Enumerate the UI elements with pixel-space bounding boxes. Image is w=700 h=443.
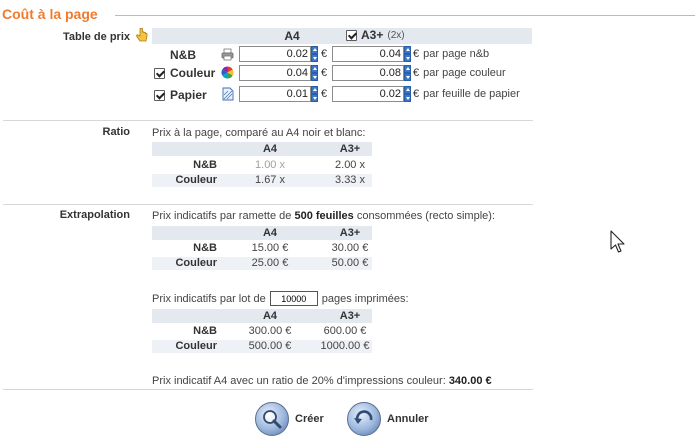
color-wheel-icon [221,66,234,79]
row-nb-label-group: N&B [170,48,224,62]
undo-arrow-icon [347,402,381,436]
create-button[interactable]: Créer [255,402,324,436]
section-separator [3,204,533,205]
mouse-pointer-icon [610,230,625,253]
row-color-label-group: Couleur [154,66,215,80]
ratio-row-nb-label: N&B [193,159,217,171]
lot-col-a3: A3+ [339,310,361,322]
row-color-label: Couleur [170,66,216,80]
create-button-label: Créer [295,413,324,425]
legend-divider [115,15,695,16]
color-a4-spinner[interactable] [311,65,318,81]
color-a4-field: € [239,65,327,81]
paper-a3-currency: € [413,88,420,100]
paper-a4-field: € [239,86,327,102]
section-separator [3,389,533,390]
paper-a4-price-input[interactable] [239,86,311,102]
paper-a3-field: € par feuille de papier [332,86,520,102]
ream-color-a4: 25.00 € [251,257,289,269]
col-header-a4: A4 [284,29,300,43]
paper-a3-spinner[interactable] [404,86,411,102]
nb-a3-field: € par page n&b [332,46,489,62]
row-paper-label: Papier [170,88,207,102]
color-a4-price-input[interactable] [239,65,311,81]
ream-row-nb-label: N&B [193,242,217,254]
color-enable-checkbox[interactable] [154,67,165,79]
color-a3-currency: € [413,67,420,79]
ratio-color-a3: 3.33 x [335,174,365,186]
lot-row-nb-label: N&B [193,325,217,337]
ream-intro: Prix indicatifs par ramette de 500 feuil… [152,210,495,222]
extrapolation-label: Extrapolation [59,209,130,221]
lot-color-a3: 1000.00 € [320,340,370,352]
nb-a4-currency: € [321,48,328,60]
paper-a4-currency: € [321,88,328,100]
ream-color-a3: 50.00 € [331,257,369,269]
ratio-label: Ratio [102,126,131,138]
cancel-button-label: Annuler [387,413,429,425]
section-separator [3,120,533,121]
a3-enable-checkbox[interactable] [346,29,357,41]
ratio-col-a3: A3+ [339,143,361,155]
row-paper-label-group: Papier [154,88,207,102]
printer-icon [221,48,234,61]
ream-col-a4: A4 [262,227,278,239]
paper-unit: par feuille de papier [423,88,520,100]
ratio-nb-a3: 2.00 x [335,159,365,171]
color-a3-spinner[interactable] [404,65,411,81]
price-table-header [152,28,532,44]
ream-sheet-count: 500 feuilles [294,210,354,222]
section-legend: Coût à la page [2,6,98,22]
color-a3-price-input[interactable] [332,65,404,81]
color-a3-field: € par page couleur [332,65,506,81]
lot-size-input[interactable] [269,291,318,306]
summary-value: 340.00 € [448,375,492,387]
row-nb-label: N&B [170,48,196,62]
color-ratio-summary: Prix indicatif A4 avec un ratio de 20% d… [152,375,492,387]
hand-pointer-icon [136,27,148,42]
lot-nb-a4: 300.00 € [248,325,292,337]
ream-nb-a3: 30.00 € [331,242,369,254]
paper-a4-spinner[interactable] [311,86,318,102]
lot-row-color-label: Couleur [175,340,217,352]
ream-col-a3: A3+ [339,227,361,239]
color-unit: par page couleur [423,67,506,79]
paper-icon [222,87,234,101]
ratio-intro: Prix à la page, comparé au A4 noir et bl… [152,127,366,139]
nb-a3-spinner[interactable] [404,46,411,62]
ratio-col-a4: A4 [262,143,278,155]
nb-a3-currency: € [413,48,420,60]
lot-intro: Prix indicatifs par lot de pages imprimé… [152,291,409,306]
cancel-button[interactable]: Annuler [347,402,429,436]
lot-nb-a3: 600.00 € [323,325,367,337]
nb-a4-spinner[interactable] [311,46,318,62]
nb-unit: par page n&b [423,48,490,60]
lot-col-a4: A4 [262,310,278,322]
col-header-a3-label: A3+ [361,28,384,42]
paper-enable-checkbox[interactable] [154,89,165,101]
nb-a3-price-input[interactable] [332,46,404,62]
ream-nb-a4: 15.00 € [251,242,289,254]
magnifier-icon [255,402,289,436]
paper-a3-price-input[interactable] [332,86,404,102]
nb-a4-field: € [239,46,327,62]
ratio-row-color-label: Couleur [175,174,217,186]
price-table-label: Table de prix [62,31,130,43]
ream-row-color-label: Couleur [175,257,217,269]
ratio-nb-a4: 1.00 x [255,159,285,171]
a3-multiplier: (2x) [387,29,405,41]
nb-a4-price-input[interactable] [239,46,311,62]
color-a4-currency: € [321,67,328,79]
col-header-a3: A3+ (2x) [346,28,405,42]
lot-color-a4: 500.00 € [248,340,292,352]
ratio-color-a4: 1.67 x [255,174,285,186]
